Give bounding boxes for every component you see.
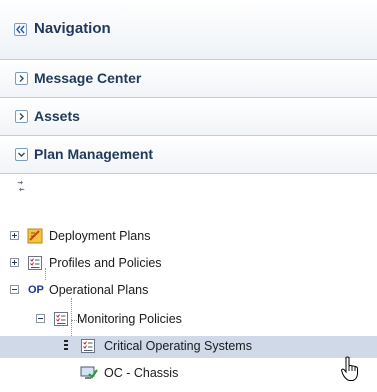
section-message-center[interactable]: Message Center xyxy=(0,60,377,98)
section-label: Message Center xyxy=(34,70,142,86)
checklist-icon xyxy=(80,338,96,354)
double-chevron-left-icon[interactable] xyxy=(14,23,27,36)
drag-handle-icon xyxy=(62,338,70,354)
checklist-icon xyxy=(27,255,43,271)
tree-item-monitoring-policies[interactable]: Monitoring Policies xyxy=(0,309,377,331)
section-assets[interactable]: Assets xyxy=(0,98,377,136)
navigation-header: Navigation xyxy=(0,0,377,60)
hand-pointer-icon xyxy=(340,356,358,381)
navigation-title: Navigation xyxy=(34,20,111,37)
checklist-icon xyxy=(53,311,69,327)
tree-item-operational-plans[interactable]: OP Operational Plans xyxy=(0,280,377,302)
tree-item-label: Critical Operating Systems xyxy=(104,339,252,353)
tree-item-label: Monitoring Policies xyxy=(77,312,182,326)
plan-management-tree: Deployment Plans Profiles and Policies O… xyxy=(0,174,377,392)
tree-item-deployment-plans[interactable]: Deployment Plans xyxy=(0,226,377,248)
tree-item-label: Profiles and Policies xyxy=(49,256,162,270)
collapse-minus-icon[interactable] xyxy=(36,314,45,323)
section-label: Assets xyxy=(34,108,80,124)
tree-item-label: Operational Plans xyxy=(49,283,149,297)
tree-item-profiles-and-policies[interactable]: Profiles and Policies xyxy=(0,253,377,275)
tree-item-label: OC - Chassis xyxy=(104,366,179,380)
chevron-down-icon xyxy=(15,148,28,161)
deployment-plan-icon xyxy=(27,228,43,244)
chevron-right-icon xyxy=(15,110,28,123)
tree-item-critical-operating-systems[interactable]: Critical Operating Systems xyxy=(0,336,377,358)
tree-item-oc-chassis[interactable]: OC - Chassis xyxy=(0,363,377,385)
expand-plus-icon[interactable] xyxy=(10,231,19,240)
section-label: Plan Management xyxy=(34,146,154,162)
monitor-check-icon xyxy=(80,365,98,381)
svg-text:OP: OP xyxy=(28,284,44,296)
expand-plus-icon[interactable] xyxy=(10,258,19,267)
refresh-icon[interactable] xyxy=(14,179,28,193)
chevron-right-icon xyxy=(15,72,28,85)
collapse-minus-icon[interactable] xyxy=(10,285,19,294)
section-plan-management[interactable]: Plan Management xyxy=(0,136,377,174)
tree-item-label: Deployment Plans xyxy=(49,229,151,243)
op-icon: OP xyxy=(27,282,45,298)
